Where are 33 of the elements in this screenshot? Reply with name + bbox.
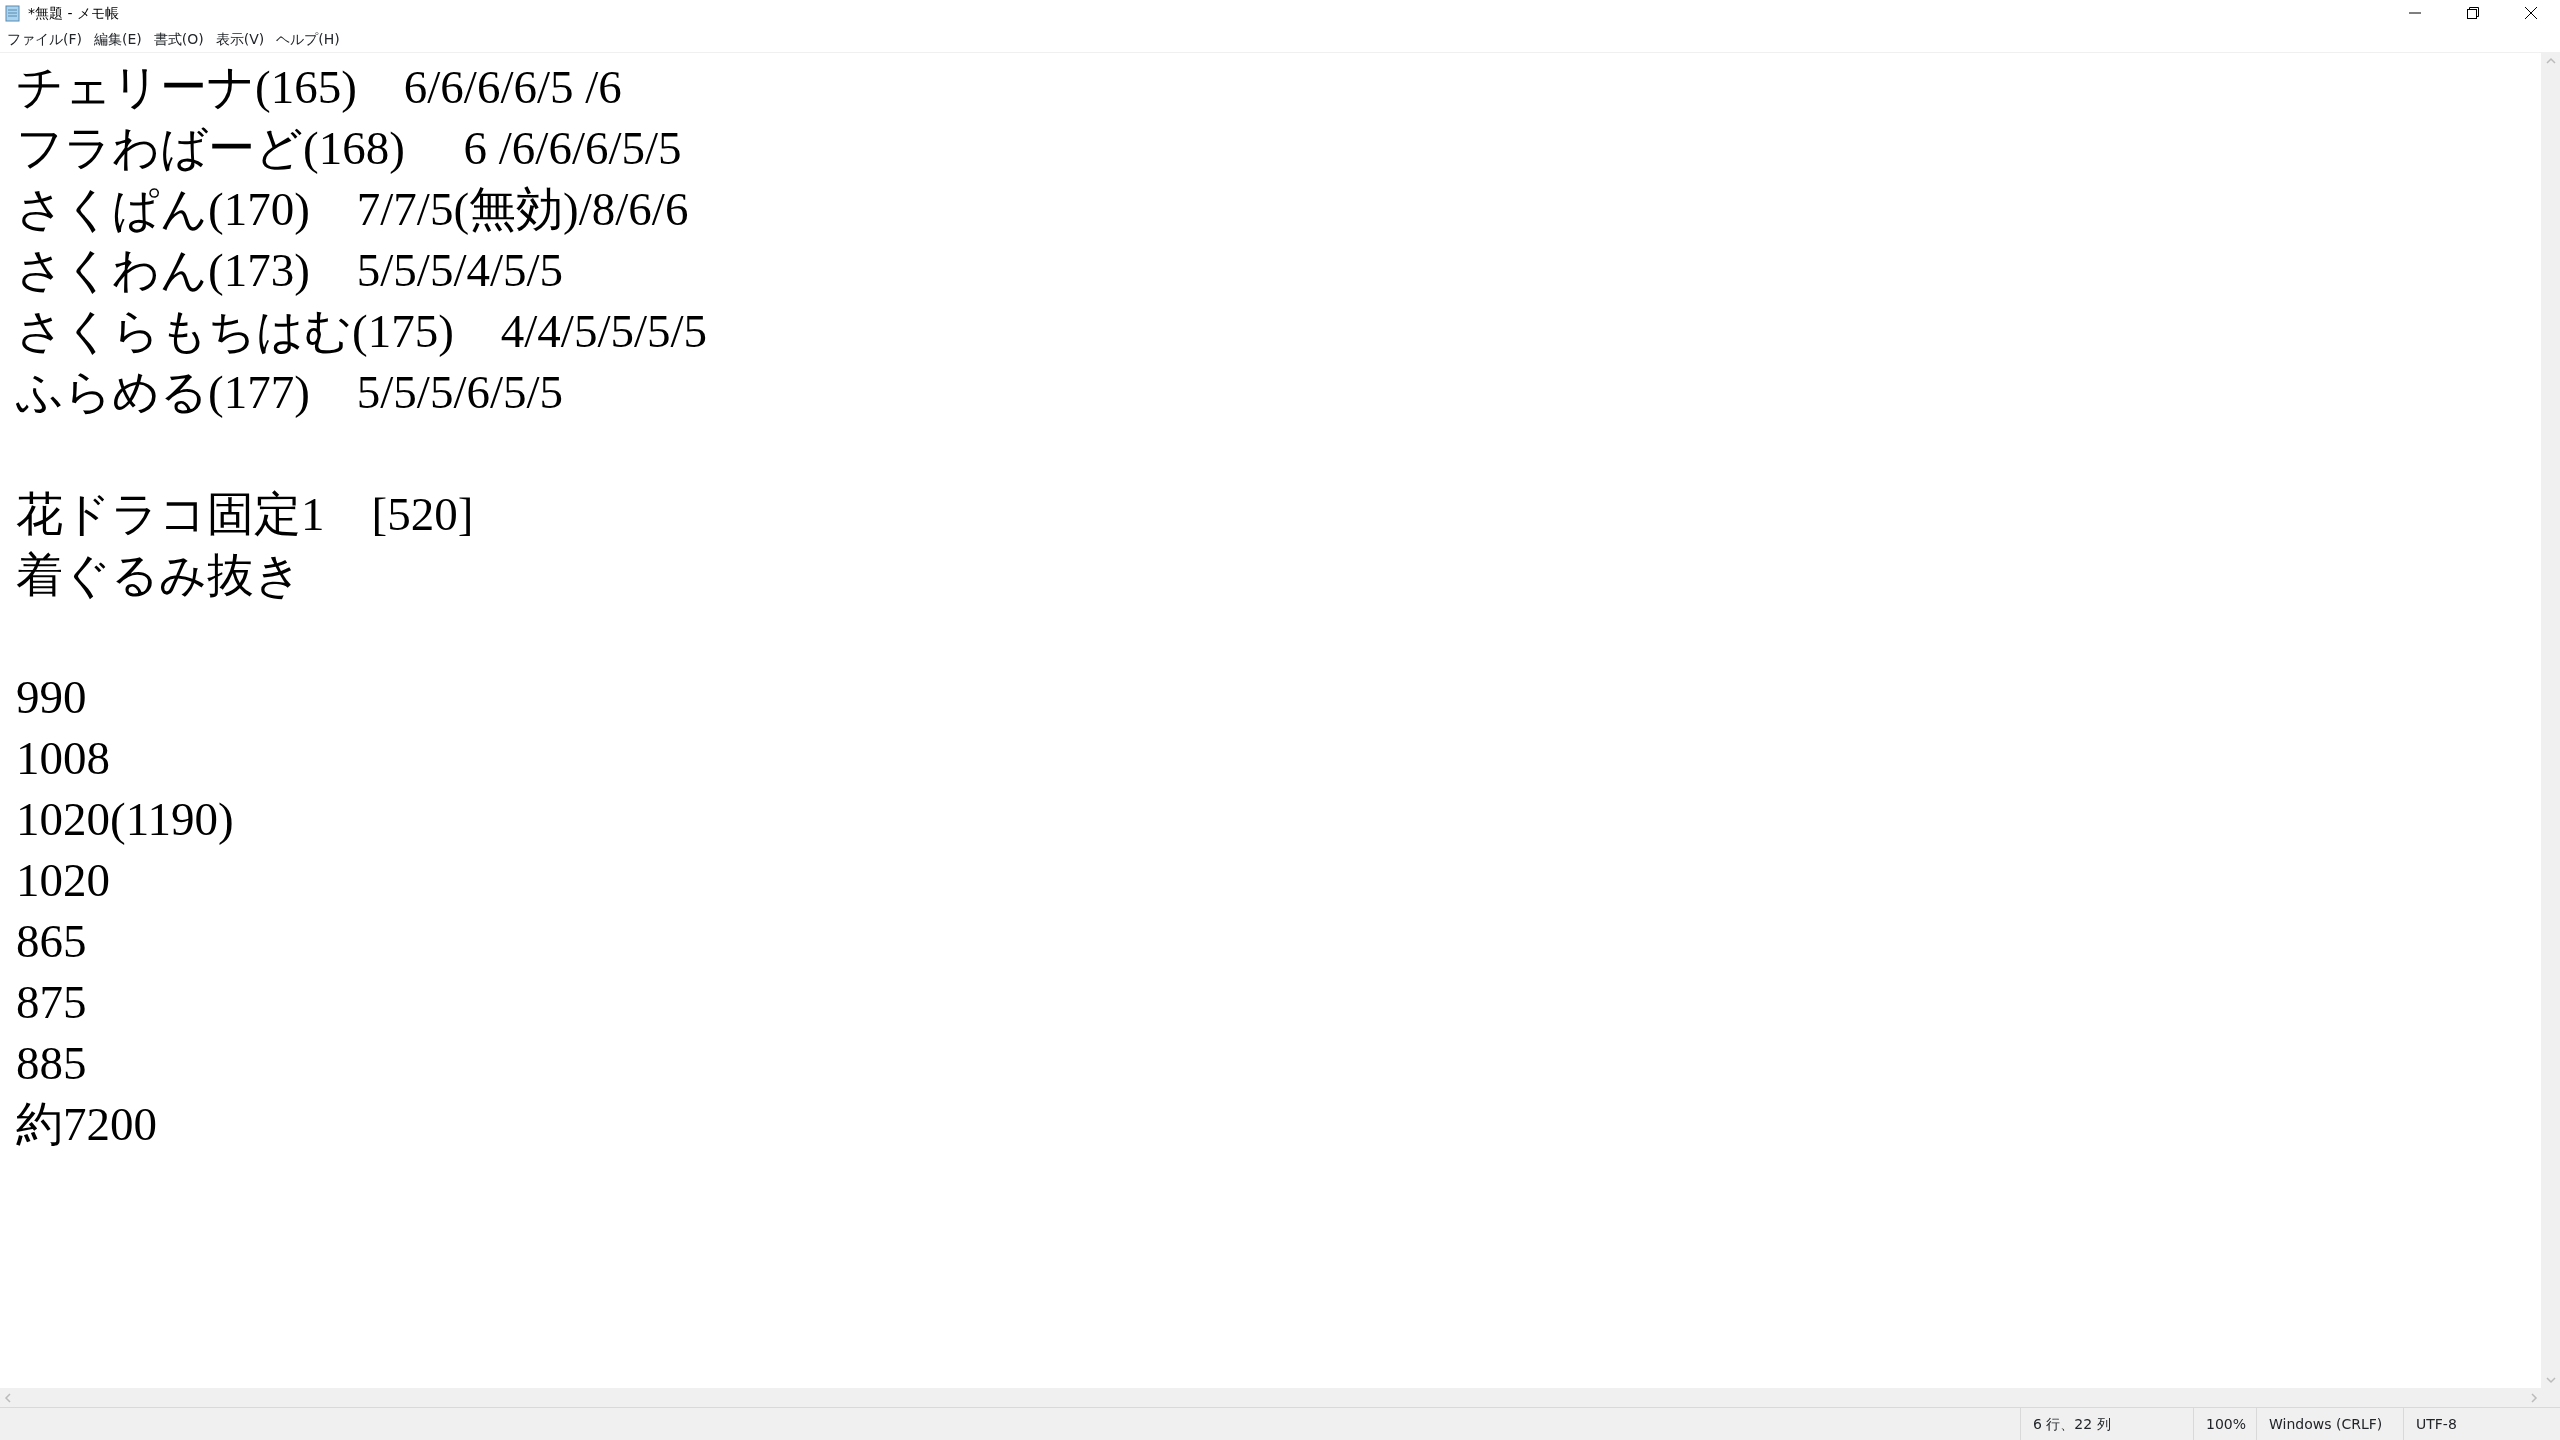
menu-item[interactable]: ファイル(F) xyxy=(2,28,89,50)
menu-item[interactable]: 編集(E) xyxy=(89,28,149,50)
window-title: *無題 - メモ帳 xyxy=(28,3,119,23)
status-field: 6 行、22 列 xyxy=(2020,1408,2193,1440)
scroll-down-icon[interactable] xyxy=(2545,1376,2556,1384)
text-line: 約7200 xyxy=(16,1097,157,1152)
scroll-left-icon[interactable] xyxy=(4,1392,12,1403)
status-field: UTF-8 xyxy=(2403,1408,2560,1440)
close-icon xyxy=(2525,7,2537,19)
restore-icon xyxy=(2467,7,2479,19)
menu-item[interactable]: 書式(O) xyxy=(148,28,211,50)
text-line: さくぱん(170) 7/7/5(無効)/8/6/6 xyxy=(16,182,689,237)
text-line: さくらもちはむ(175) 4/4/5/5/5/5 xyxy=(16,304,708,359)
notepad-icon xyxy=(4,4,22,22)
text-line: フラわばーど(168) 6 /6/6/6/5/5 xyxy=(16,121,682,176)
text-line: 1020(1190) xyxy=(16,792,234,847)
status-field: 100% xyxy=(2193,1408,2256,1440)
text-line: 1020 xyxy=(16,853,110,908)
text-line: 着ぐるみ抜き xyxy=(16,548,302,603)
text-line: ふらめる(177) 5/5/5/6/5/5 xyxy=(16,365,564,420)
text-line: 885 xyxy=(16,1036,87,1091)
text-line: チェリーナ(165) 6/6/6/6/5 /6 xyxy=(16,60,622,115)
scroll-right-icon[interactable] xyxy=(2530,1392,2538,1403)
text-line: 865 xyxy=(16,914,87,969)
status-field: Windows (CRLF) xyxy=(2256,1408,2403,1440)
text-line: 990 xyxy=(16,670,87,725)
text-line: 875 xyxy=(16,975,87,1030)
menu-item[interactable]: 表示(V) xyxy=(210,28,272,50)
scroll-up-icon[interactable] xyxy=(2545,57,2556,65)
text-line: 1008 xyxy=(16,731,110,786)
text-line: さくわん(173) 5/5/5/4/5/5 xyxy=(16,243,564,298)
menu-item[interactable]: ヘルプ(H) xyxy=(271,28,347,50)
text-line: 花ドラコ固定1 [520] xyxy=(16,487,474,542)
